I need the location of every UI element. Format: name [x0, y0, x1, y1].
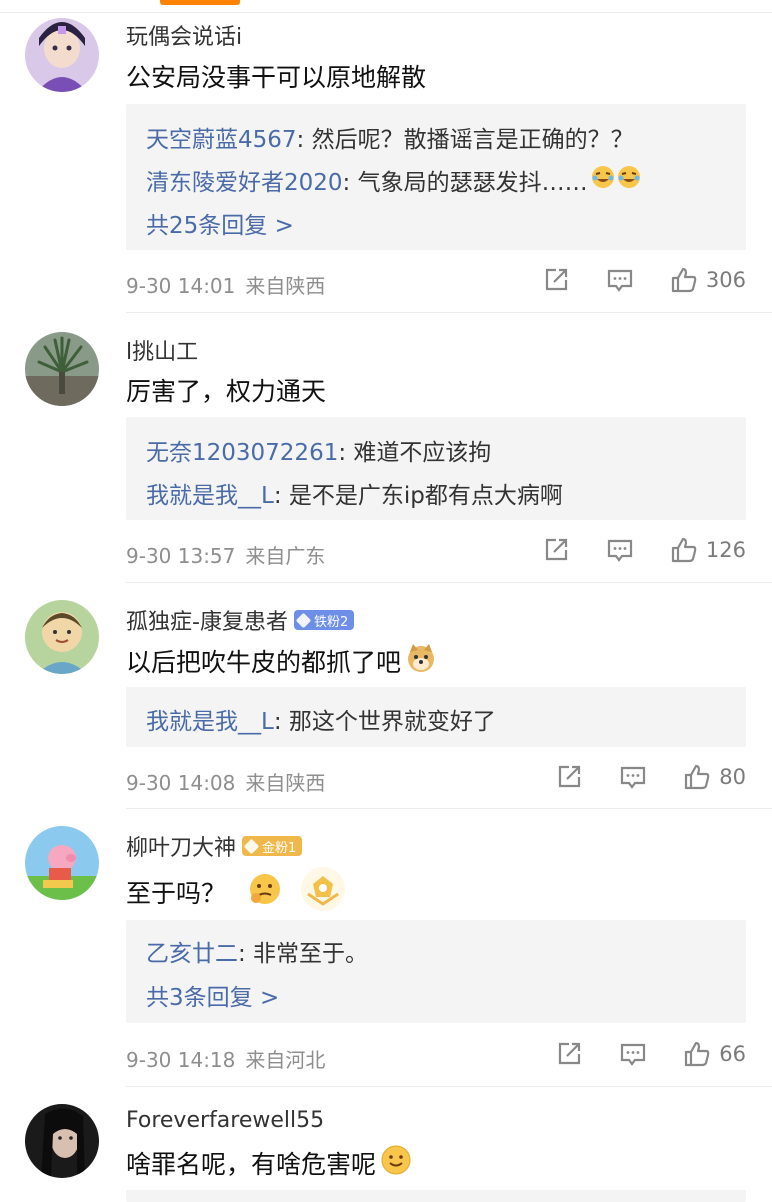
reply-content: : 那这个世界就变好了: [273, 709, 496, 735]
reply-author[interactable]: 无奈1203072261: [146, 433, 338, 467]
doge-emoji-icon: [405, 642, 437, 680]
comment-text: 以后把吹牛皮的都抓了吧: [126, 642, 437, 680]
share-icon[interactable]: [542, 536, 570, 564]
avatar[interactable]: [25, 332, 99, 406]
like-count: 126: [705, 538, 746, 562]
reply-item[interactable]: 我就是我__L : 那这个世界就变好了: [146, 702, 496, 736]
avatar[interactable]: [25, 1104, 99, 1178]
avatar[interactable]: [25, 18, 99, 92]
action-bar: 66: [555, 1040, 746, 1068]
username-text[interactable]: 柳叶刀大神: [126, 830, 236, 862]
reply-content: : 是不是广东ip都有点大病啊: [273, 483, 563, 509]
like-button[interactable]: 80: [683, 763, 746, 791]
location: 来自广东: [245, 544, 326, 568]
share-icon[interactable]: [542, 266, 570, 294]
reply-item[interactable]: 我就是我__L : 是不是广东ip都有点大病啊: [146, 476, 563, 510]
like-button[interactable]: 66: [683, 1040, 746, 1068]
fan-badge: 铁粉2: [293, 610, 355, 630]
comment-text: 至于吗？: [126, 864, 348, 920]
crown-icon: [243, 838, 260, 854]
comment-icon[interactable]: [606, 266, 634, 294]
divider: [126, 312, 772, 313]
reply-item[interactable]: 无奈1203072261 : 难道不应该拘: [146, 433, 491, 467]
location: 来自河北: [245, 1048, 326, 1072]
divider: [126, 1086, 772, 1087]
top-tab-bar: [0, 0, 772, 13]
reply-author[interactable]: 我就是我__L: [146, 702, 274, 736]
comment-text: 厉害了，权力通天: [126, 377, 327, 406]
like-count: 66: [719, 1042, 746, 1066]
comment-icon[interactable]: [619, 1040, 647, 1068]
like-icon: [671, 537, 697, 563]
username-text[interactable]: 孤独症-康复患者: [126, 604, 288, 636]
username[interactable]: 玩偶会说话i: [126, 19, 242, 51]
action-bar: 80: [555, 763, 746, 791]
comment-text-content: 以后把吹牛皮的都抓了吧: [126, 648, 402, 677]
reply-box: [126, 1190, 746, 1202]
location: 来自陕西: [245, 274, 326, 298]
reply-content: : 非常至于。: [238, 941, 369, 967]
reply-content: : 然后呢？散播谣言是正确的？？: [296, 127, 634, 153]
username[interactable]: 孤独症-康复患者 铁粉2: [126, 604, 355, 636]
thinking-emoji-icon: [246, 870, 284, 914]
diamond-icon: [295, 612, 312, 628]
like-icon: [671, 267, 697, 293]
username[interactable]: Foreverfarewell55: [126, 1108, 324, 1133]
reply-content: : 气象局的瑟瑟发抖……: [342, 170, 588, 196]
gold-badge-icon: [298, 864, 348, 920]
comment-icon[interactable]: [606, 536, 634, 564]
reply-box[interactable]: 我就是我__L : 那这个世界就变好了: [126, 687, 746, 747]
share-icon[interactable]: [555, 1040, 583, 1068]
comment-meta: 9-30 13:57 来自广东: [126, 540, 325, 569]
like-icon: [685, 764, 710, 790]
avatar[interactable]: [25, 600, 99, 674]
like-count: 306: [705, 268, 746, 292]
divider: [126, 582, 772, 583]
timestamp: 9-30 14:08: [126, 771, 236, 795]
reply-box[interactable]: 天空蔚蓝4567 : 然后呢？散播谣言是正确的？？ 清东陵爱好者2020 : 气…: [126, 104, 746, 250]
reply-item[interactable]: 乙亥廿二 : 非常至于。: [146, 934, 368, 968]
comment-meta: 9-30 14:08 来自陕西: [126, 767, 325, 796]
comment-text-content: 至于吗？: [126, 879, 227, 908]
fan-badge: 金粉1: [242, 836, 303, 856]
reply-item[interactable]: 清东陵爱好者2020 : 气象局的瑟瑟发抖……: [146, 163, 642, 197]
laugh-cry-emoji-icon: [590, 164, 642, 196]
username[interactable]: l挑山工: [126, 334, 198, 366]
timestamp: 9-30 14:01: [126, 274, 236, 298]
fan-badge-label: 金粉1: [262, 840, 297, 856]
action-bar: 306: [542, 266, 746, 294]
comment-text-content: 啥罪名呢，有啥危害呢: [126, 1150, 377, 1179]
reply-box[interactable]: 无奈1203072261 : 难道不应该拘 我就是我__L : 是不是广东ip都…: [126, 417, 746, 520]
divider: [126, 808, 772, 809]
active-tab-indicator: [160, 0, 240, 5]
comment-text: 啥罪名呢，有啥危害呢: [126, 1144, 412, 1182]
reply-author[interactable]: 乙亥廿二: [146, 934, 238, 968]
like-button[interactable]: 126: [670, 536, 746, 564]
more-replies-link[interactable]: 共25条回复 >: [146, 206, 294, 240]
action-bar: 126: [542, 536, 746, 564]
reply-author[interactable]: 清东陵爱好者2020: [146, 163, 343, 197]
timestamp: 9-30 13:57: [126, 544, 236, 568]
comment-text: 公安局没事干可以原地解散: [126, 63, 427, 92]
share-icon[interactable]: [555, 763, 583, 791]
reply-author[interactable]: 我就是我__L: [146, 476, 274, 510]
comment-icon[interactable]: [619, 763, 647, 791]
location: 来自陕西: [245, 771, 326, 795]
reply-box[interactable]: 乙亥廿二 : 非常至于。 共3条回复 >: [126, 920, 746, 1023]
like-count: 80: [719, 765, 746, 789]
comment-meta: 9-30 14:18 来自河北: [126, 1044, 325, 1073]
avatar[interactable]: [25, 826, 99, 900]
username[interactable]: 柳叶刀大神 金粉1: [126, 830, 303, 862]
timestamp: 9-30 14:18: [126, 1048, 236, 1072]
reply-item[interactable]: 天空蔚蓝4567 : 然后呢？散播谣言是正确的？？: [146, 120, 634, 154]
reply-content: : 难道不应该拘: [338, 440, 492, 466]
reply-author[interactable]: 天空蔚蓝4567: [146, 120, 297, 154]
fan-badge-label: 铁粉2: [313, 614, 349, 630]
like-button[interactable]: 306: [670, 266, 746, 294]
smile-emoji-icon: [380, 1144, 412, 1182]
like-icon: [685, 1041, 710, 1067]
more-replies-link[interactable]: 共3条回复 >: [146, 978, 279, 1012]
comment-meta: 9-30 14:01 来自陕西: [126, 270, 325, 299]
